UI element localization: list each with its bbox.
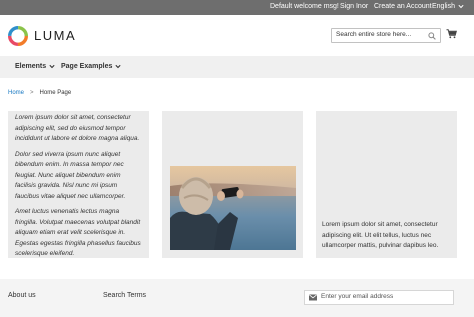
nav-item-page-examples[interactable]: Page Examples [61,63,121,70]
sign-in-link[interactable]: Sign In [340,3,362,10]
text-panel-right: Lorem ipsum dolor sit amet, consectetur … [316,111,457,258]
paragraph: Lorem ipsum dolor sit amet, consectetur … [322,221,439,249]
paragraph: Lorem ipsum dolor sit amet, consectetur … [15,114,140,142]
paragraph: Amet luctus venenatis lectus magna fring… [15,208,141,257]
search-icon[interactable] [428,32,436,40]
breadcrumb: Home > Home Page [8,90,71,96]
luma-logo-icon[interactable] [8,26,28,46]
chevron-down-icon [115,64,121,68]
envelope-icon [309,294,317,301]
nav-item-elements[interactable]: Elements [15,63,55,70]
create-account-link[interactable]: Create an Account [374,3,432,10]
nav-item-label: Page Examples [61,63,113,70]
photo-woman-with-phone [170,166,296,250]
search-input[interactable] [336,31,424,38]
or-text: or [362,3,369,10]
breadcrumb-current: Home Page [39,90,72,96]
text-panel-left: Lorem ipsum dolor sit amet, consectetur … [8,111,149,258]
language-switcher[interactable]: English [432,3,464,10]
newsletter-form [304,290,454,305]
main-navigation: Elements Page Examples [0,56,474,78]
email-field[interactable] [321,293,446,300]
chevron-down-icon [458,4,464,8]
logo-text[interactable]: LUMA [34,28,76,43]
image-panel [162,111,303,258]
welcome-message: Default welcome msg! [270,3,339,10]
nav-item-label: Elements [15,63,47,70]
paragraph: Dolor sed viverra ipsum nunc aliquet bib… [15,150,126,200]
language-label: English [432,3,455,10]
breadcrumb-separator: > [30,90,34,96]
breadcrumb-home-link[interactable]: Home [8,90,24,96]
cart-icon[interactable] [446,29,457,39]
page-footer: About us Search Terms [0,279,474,317]
footer-link-search-terms[interactable]: Search Terms [103,292,146,299]
search-box [331,28,441,43]
page-header: LUMA [0,15,474,56]
footer-link-about-us[interactable]: About us [8,292,36,299]
top-bar: Default welcome msg! Sign In or Create a… [0,0,474,15]
chevron-down-icon [49,64,55,68]
